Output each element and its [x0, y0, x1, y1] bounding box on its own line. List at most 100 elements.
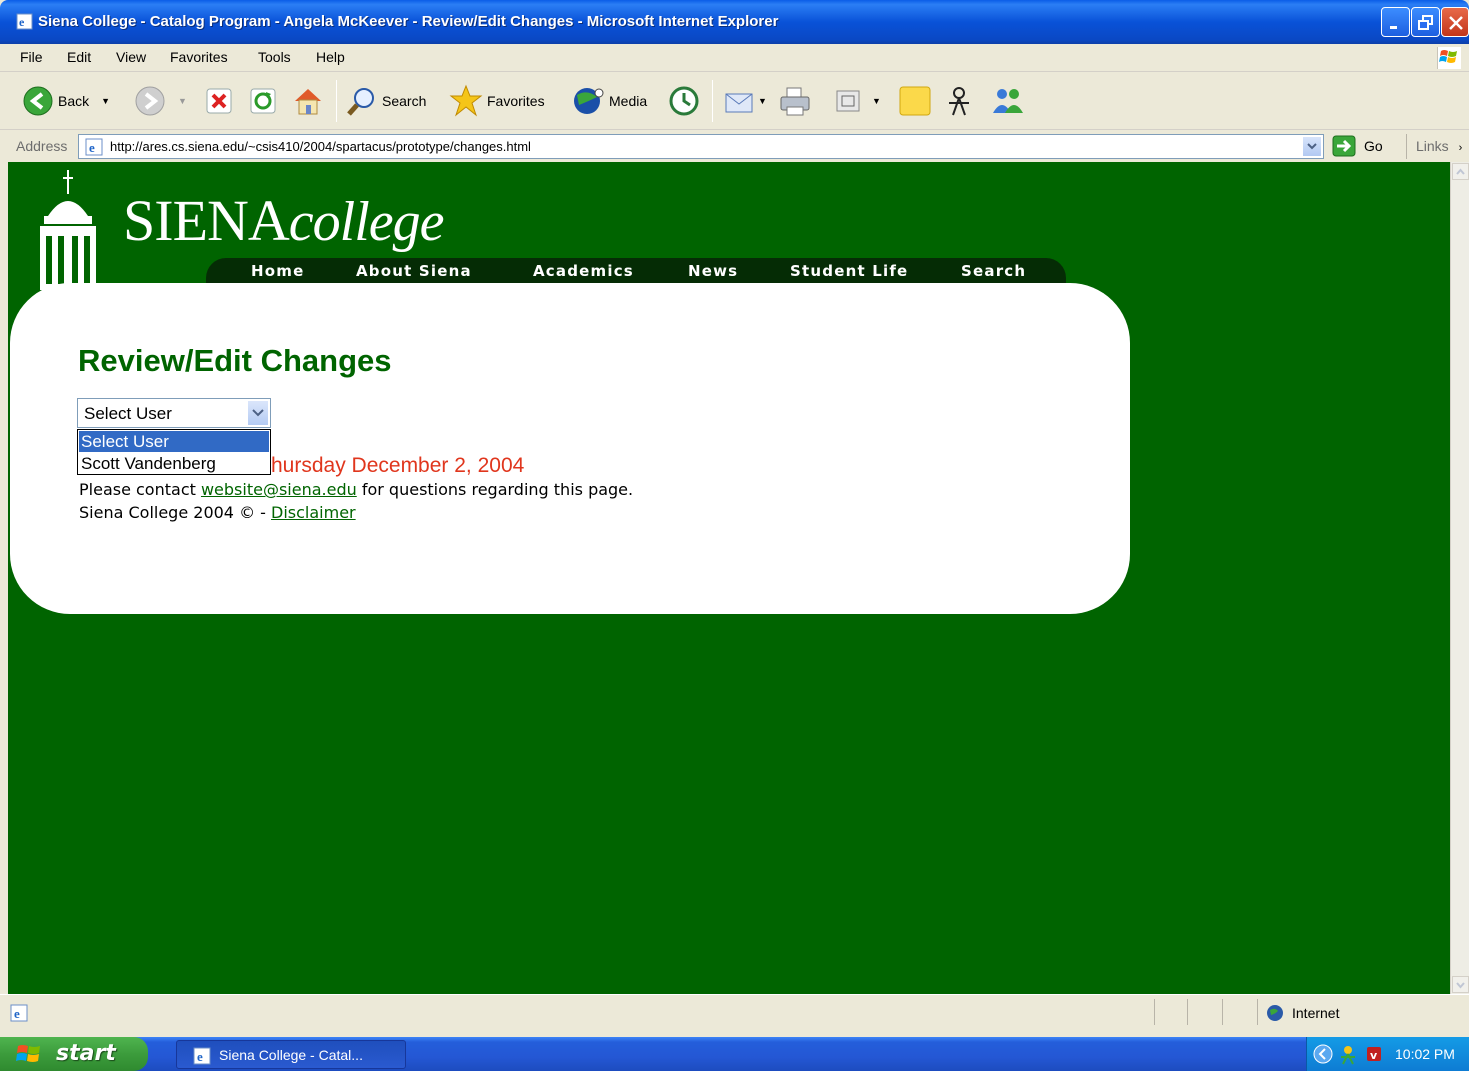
go-arrow-icon: [1332, 135, 1356, 157]
siena-tower-logo-icon: [40, 170, 96, 290]
home-button[interactable]: [292, 84, 324, 118]
stop-button[interactable]: [205, 84, 233, 118]
refresh-button[interactable]: [249, 84, 277, 118]
discuss-button[interactable]: [898, 84, 932, 118]
chevron-up-icon: [1456, 168, 1465, 175]
svg-text:v: v: [1370, 1049, 1378, 1062]
address-bar: Address e http://ares.cs.siena.edu/~csis…: [0, 130, 1469, 162]
tray-expand-icon[interactable]: [1313, 1044, 1333, 1064]
chevron-down-icon: [252, 409, 264, 417]
select-user-value: Select User: [84, 404, 172, 423]
antivirus-shield-icon[interactable]: v: [1365, 1045, 1383, 1063]
refresh-icon: [250, 88, 276, 114]
stop-icon: [206, 88, 232, 114]
ie-page-icon: e: [85, 138, 103, 156]
page-viewport: SIENAcollege Home About Siena Academics …: [8, 162, 1450, 994]
status-divider: [1222, 999, 1223, 1025]
edit-dropdown-icon[interactable]: ▼: [872, 96, 881, 106]
restore-button[interactable]: [1411, 7, 1440, 37]
svg-text:e: e: [19, 15, 25, 29]
select-user-options[interactable]: Select User Scott Vandenberg: [77, 429, 271, 475]
mail-dropdown-icon[interactable]: ▼: [758, 96, 767, 106]
minimize-button[interactable]: [1381, 7, 1410, 37]
window-title: Siena College - Catalog Program - Angela…: [38, 13, 779, 30]
globe-icon: [1267, 1005, 1283, 1021]
address-input[interactable]: e http://ares.cs.siena.edu/~csis410/2004…: [78, 134, 1324, 159]
people-icon: [993, 89, 1023, 113]
copyright-line: Siena College 2004 © - Disclaimer: [79, 503, 356, 522]
restore-icon: [1418, 15, 1433, 30]
minimize-icon: [1390, 26, 1397, 29]
mail-button[interactable]: ▼: [724, 84, 767, 118]
search-button[interactable]: Search: [346, 84, 426, 118]
disclaimer-link[interactable]: Disclaimer: [271, 503, 356, 522]
nav-news[interactable]: News: [688, 262, 738, 280]
menu-bar: File Edit View Favorites Tools Help: [0, 44, 1469, 72]
chevron-right-icon[interactable]: ›: [1459, 142, 1463, 154]
svg-text:e: e: [89, 140, 95, 155]
taskbar-item-ie-window[interactable]: e Siena College - Catal...: [176, 1040, 406, 1069]
history-icon: [669, 86, 699, 116]
select-user-dropdown-button[interactable]: [247, 400, 269, 426]
mail-icon: [725, 93, 753, 113]
media-button[interactable]: Media: [571, 84, 647, 118]
vertical-scrollbar[interactable]: [1450, 162, 1469, 994]
ie-page-icon: e: [193, 1047, 211, 1065]
close-button[interactable]: [1441, 7, 1469, 37]
history-button[interactable]: [668, 84, 700, 118]
search-magnifier-icon: [347, 88, 374, 116]
nav-academics[interactable]: Academics: [533, 262, 634, 280]
go-button[interactable]: Go: [1332, 135, 1383, 157]
messenger-button[interactable]: [943, 84, 975, 118]
scroll-up-button[interactable]: [1452, 163, 1469, 180]
edit-page-icon: [836, 90, 860, 112]
favorites-star-icon: [449, 84, 483, 117]
menu-help[interactable]: Help: [316, 49, 345, 65]
select-user-dropdown[interactable]: Select User: [77, 398, 271, 428]
svg-text:e: e: [197, 1049, 203, 1064]
back-dropdown-icon[interactable]: ▼: [101, 96, 110, 106]
standard-toolbar: Back ▼ ▼ Search Favorites Media ▼ ▼: [0, 72, 1469, 130]
forward-button[interactable]: ▼: [134, 84, 187, 118]
sticky-note-icon: [899, 86, 931, 116]
address-label: Address: [16, 138, 68, 154]
menu-favorites[interactable]: Favorites: [170, 49, 228, 65]
siena-college-logo[interactable]: SIENAcollege: [123, 187, 444, 254]
nav-search[interactable]: Search: [961, 262, 1026, 280]
favorites-button[interactable]: Favorites: [449, 84, 545, 118]
nav-home[interactable]: Home: [251, 262, 304, 280]
print-button[interactable]: [778, 84, 812, 118]
status-divider: [1154, 999, 1155, 1025]
chevron-down-icon: [1307, 143, 1317, 150]
menu-view[interactable]: View: [116, 49, 146, 65]
taskbar: start e Siena College - Catal... v 10:02…: [0, 1037, 1469, 1071]
menu-edit[interactable]: Edit: [67, 49, 91, 65]
edit-button[interactable]: ▼: [834, 84, 881, 118]
content-panel: Review/Edit Changes Select User hursday …: [10, 283, 1130, 614]
windows-flag-icon: [16, 1045, 40, 1062]
site-nav-bar: Home About Siena Academics News Student …: [206, 258, 1066, 285]
clock: 10:02 PM: [1395, 1046, 1455, 1062]
status-bar: e Internet: [0, 994, 1469, 1028]
links-toolbar[interactable]: Links ›: [1406, 134, 1462, 159]
messenger-tray-icon[interactable]: [1337, 1044, 1359, 1066]
research-button[interactable]: [990, 84, 1026, 118]
ie-page-icon: e: [16, 13, 33, 30]
nav-student-life[interactable]: Student Life: [790, 262, 908, 280]
option-scott-vandenberg[interactable]: Scott Vandenberg: [79, 453, 269, 474]
toolbar-separator: [336, 80, 337, 122]
contact-email-link[interactable]: website@siena.edu: [201, 480, 357, 499]
address-url: http://ares.cs.siena.edu/~csis410/2004/s…: [110, 139, 531, 154]
window-title-bar[interactable]: e Siena College - Catalog Program - Ange…: [0, 0, 1469, 44]
option-select-user[interactable]: Select User: [79, 431, 269, 452]
menu-tools[interactable]: Tools: [258, 49, 291, 65]
scroll-down-button[interactable]: [1452, 976, 1469, 993]
messenger-icon: [949, 87, 969, 116]
nav-about-siena[interactable]: About Siena: [356, 262, 472, 280]
back-button[interactable]: Back ▼: [22, 84, 110, 118]
forward-dropdown-icon[interactable]: ▼: [178, 96, 187, 106]
start-button[interactable]: start: [0, 1037, 148, 1071]
media-icon: [574, 88, 604, 114]
menu-file[interactable]: File: [20, 49, 43, 65]
address-dropdown-button[interactable]: [1302, 136, 1322, 157]
